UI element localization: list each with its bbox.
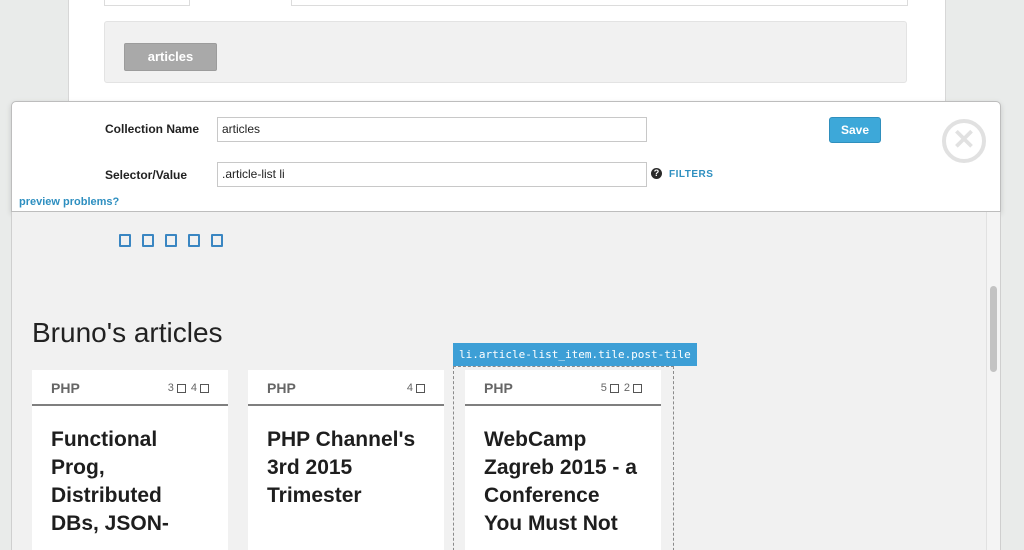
placeholder-icon[interactable] (142, 234, 154, 247)
placeholder-icon[interactable] (211, 234, 223, 247)
collection-name-input[interactable]: articles (217, 117, 647, 142)
save-button[interactable]: Save (829, 117, 881, 143)
preview-area: Bruno's articles PHP 3 4 Functional Prog… (11, 212, 1001, 550)
close-icon[interactable]: ✕ (942, 119, 986, 163)
collection-name-label: Collection Name (105, 122, 200, 136)
tile-stat-count: 4 (190, 382, 197, 394)
background-tag-panel (104, 21, 907, 83)
article-tile[interactable]: PHP 3 4 Functional Prog, Distributed DBs… (32, 370, 228, 550)
scrollbar[interactable] (986, 212, 1000, 550)
placeholder-icon[interactable] (188, 234, 200, 247)
stat-icon (176, 383, 186, 393)
tile-title[interactable]: PHP Channel's 3rd 2015 Trimester (248, 406, 444, 510)
background-input (104, 0, 190, 6)
tile-stats: 4 (407, 382, 427, 394)
selector-input[interactable]: .article-list li (217, 162, 647, 187)
tile-category[interactable]: PHP (267, 380, 296, 396)
tile-title[interactable]: Functional Prog, Distributed DBs, JSON- (32, 406, 228, 538)
preview-problems-link[interactable]: preview problems? (19, 196, 119, 208)
tile-header: PHP 3 4 (32, 370, 228, 406)
stat-icon (200, 383, 209, 393)
page-title: Bruno's articles (32, 317, 223, 348)
placeholder-icon[interactable] (165, 234, 177, 247)
selector-label: Selector/Value (105, 168, 188, 182)
tile-stats: 3 4 (168, 382, 211, 394)
selector-badge: li.article-list_item.tile.post-tile (453, 343, 697, 366)
help-icon[interactable]: ? (651, 168, 662, 179)
stat-icon (416, 383, 425, 393)
scrollbar-thumb[interactable] (990, 286, 997, 372)
collection-editor: Collection Name articles Selector/Value … (11, 101, 1001, 212)
tile-category[interactable]: PHP (51, 380, 80, 396)
tile-stat-count: 4 (406, 382, 413, 394)
placeholder-icon[interactable] (119, 234, 131, 247)
filters-link[interactable]: FILTERS (669, 169, 713, 180)
preview-icon-row (119, 234, 223, 247)
collection-tag[interactable]: articles (124, 43, 217, 71)
tile-header: PHP 4 (248, 370, 444, 406)
background-input (291, 0, 908, 6)
article-tile[interactable]: PHP 4 PHP Channel's 3rd 2015 Trimester (248, 370, 444, 550)
selected-element-outline (453, 366, 674, 550)
tile-stat-count: 3 (167, 382, 174, 394)
